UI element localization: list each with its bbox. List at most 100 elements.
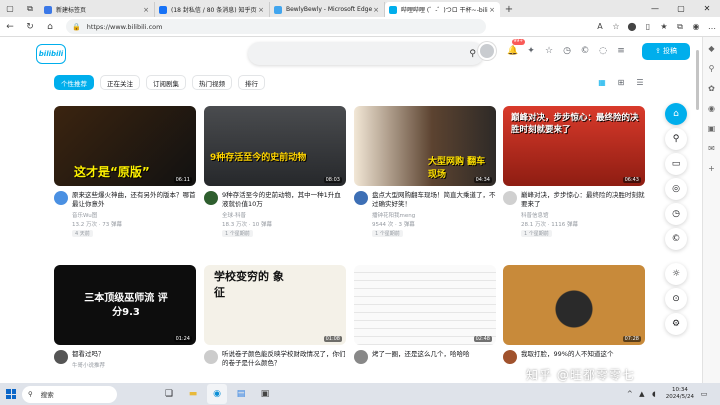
tab-recommended[interactable]: 个性推荐 — [54, 75, 94, 90]
clock[interactable]: 10:34 2024/5/24 — [666, 387, 694, 401]
favorites-icon[interactable]: ☆ — [540, 42, 558, 60]
history-rail-icon[interactable]: ◷ — [665, 203, 687, 225]
menu-icon[interactable]: ≡ — [612, 42, 630, 60]
uploader-name[interactable]: 全球-科普 — [222, 211, 346, 219]
grid-view-icon[interactable]: ▦ — [595, 77, 609, 88]
creator-icon[interactable]: © — [576, 42, 594, 60]
home-rail-icon[interactable]: ⌂ — [665, 103, 687, 125]
notification-icon[interactable]: ▭ — [698, 390, 710, 398]
close-window-icon[interactable]: ✕ — [694, 0, 720, 17]
sidebar-search-icon[interactable]: ⚲ — [705, 61, 719, 75]
uploader-avatar[interactable] — [503, 350, 517, 364]
creator-rail-icon[interactable]: © — [665, 228, 687, 250]
tab-following[interactable]: 正在关注 — [100, 75, 140, 90]
taskbar-search[interactable]: ⚲ 搜索 — [22, 385, 117, 403]
browser-tab-active[interactable]: 哔哩哔哩 (゜-゜)つロ 干杯~-bili... × — [385, 2, 500, 17]
uploader-name[interactable]: 科普信息馆 — [521, 211, 645, 219]
shopping-icon[interactable]: ✿ — [705, 81, 719, 95]
list-view-icon[interactable]: ☰ — [633, 77, 647, 88]
split-screen-icon[interactable]: ▯ — [640, 19, 656, 35]
search-icon[interactable]: ⚲ — [469, 49, 476, 59]
collections-icon[interactable]: ⧉ — [672, 19, 688, 35]
task-view-icon[interactable]: ❏ — [159, 384, 179, 404]
copilot-icon[interactable]: ◆ — [705, 41, 719, 55]
video-card[interactable]: 9种存活至今的史前动物 08:03 9种存活至今的史前动物，其中一种1升血液就价… — [204, 106, 346, 237]
bilibili-logo[interactable]: bilibili — [36, 44, 66, 64]
more-icon[interactable]: … — [704, 19, 720, 35]
uploader-avatar[interactable] — [54, 191, 68, 205]
feedback-rail-icon[interactable]: ⊙ — [665, 288, 687, 310]
video-title[interactable]: 巅峰对决，步步惊心：最终险的决胜时刻就要来了 — [521, 191, 645, 209]
browser-tab[interactable]: 新建标签页 × — [40, 2, 155, 17]
terminal-icon[interactable]: ▣ — [255, 384, 275, 404]
moments-icon[interactable]: ✦ — [522, 42, 540, 60]
video-card[interactable]: 巅峰对决，步步惊心：最终险的决胜时刻就要来了 06:43 巅峰对决，步步惊心：最… — [503, 106, 645, 237]
back-icon[interactable]: ← — [0, 17, 20, 37]
video-title[interactable]: 都看过吗？ — [72, 350, 196, 359]
video-card[interactable]: 07:28 我取打脸，99%的人不知道这个 — [503, 265, 645, 364]
network-icon[interactable]: ▲ — [636, 390, 648, 398]
video-title[interactable]: 9种存活至今的史前动物，其中一种1升血液就价值10万 — [222, 191, 346, 209]
extension-icon[interactable]: ⬤ — [624, 19, 640, 35]
large-grid-icon[interactable]: ⊞ — [614, 77, 628, 88]
uploader-avatar[interactable] — [204, 191, 218, 205]
search-rail-icon[interactable]: ⚲ — [665, 128, 687, 150]
uploader-avatar[interactable] — [354, 350, 368, 364]
uploader-avatar[interactable] — [503, 191, 517, 205]
refresh-icon[interactable]: ↻ — [20, 17, 40, 37]
avatar[interactable] — [478, 42, 496, 60]
search-input[interactable]: ⚲ — [248, 42, 484, 65]
history-icon[interactable]: ◷ — [558, 42, 576, 60]
video-card[interactable]: 大型网购 翻车现场 04:34 盘点大型网购翻车现场！简直大乘道了，不过确实好笑… — [354, 106, 496, 237]
uploader-name[interactable]: 播钟花阳我meng — [372, 211, 496, 219]
favorites-icon[interactable]: ★ — [656, 19, 672, 35]
location-icon[interactable]: ◌ — [594, 42, 612, 60]
tab-subscribed-series[interactable]: 订阅剧集 — [146, 75, 186, 90]
message-icon[interactable]: 🔔 99+ — [504, 39, 525, 60]
read-aloud-icon[interactable]: A — [592, 19, 608, 35]
video-title[interactable]: 我取打脸，99%的人不知道这个 — [521, 350, 645, 359]
games-icon[interactable]: ◉ — [705, 101, 719, 115]
uploader-name[interactable]: 音乐Wu图 — [72, 211, 196, 219]
workspaces-icon[interactable]: ▢ — [0, 0, 20, 17]
maximize-icon[interactable]: ▢ — [668, 0, 694, 17]
file-explorer-icon[interactable]: ▬ — [183, 384, 203, 404]
video-card[interactable]: 这才是“原版” 06:11 原来这些爆火神曲，还有另外的版本？哪首最让你意外 音… — [54, 106, 196, 237]
settings-rail-icon[interactable]: ⚙ — [665, 313, 687, 335]
chevron-up-icon[interactable]: ^ — [624, 390, 636, 398]
video-thumbnail[interactable]: 巅峰对决，步步惊心：最终险的决胜时刻就要来了 06:43 — [503, 106, 645, 186]
upload-button[interactable]: ⇪ 投稿 — [642, 42, 690, 60]
uploader-avatar[interactable] — [54, 350, 68, 364]
scrollbar-thumb[interactable] — [696, 50, 699, 110]
tab-popular[interactable]: 热门视频 — [192, 75, 232, 90]
outlook-icon[interactable]: ✉ — [705, 141, 719, 155]
video-title[interactable]: 烤了一圈，还是这么几个，哈哈哈 — [372, 350, 496, 359]
close-icon[interactable]: × — [372, 6, 380, 14]
browser-tab[interactable]: BewlyBewly - Microsoft Edge Ad... × — [270, 2, 385, 17]
video-thumbnail[interactable]: 02:48 — [354, 265, 496, 345]
video-title[interactable]: 听说卷子颜色能反映学校财政情况了，你们的卷子是什么颜色？ — [222, 350, 346, 368]
edge-icon[interactable]: ◉ — [207, 384, 227, 404]
video-thumbnail[interactable]: 这才是“原版” 06:11 — [54, 106, 196, 186]
video-thumbnail[interactable]: 大型网购 翻车现场 04:34 — [354, 106, 496, 186]
uploader-name[interactable]: 牛哥小说推荐 — [72, 361, 196, 369]
video-card[interactable]: 三本顶级巫师流 评分9.3 01:24 都看过吗？ 牛哥小说推荐 — [54, 265, 196, 369]
video-thumbnail[interactable]: 9种存活至今的史前动物 08:03 — [204, 106, 346, 186]
minimize-icon[interactable]: — — [642, 0, 668, 17]
add-sidebar-icon[interactable]: + — [705, 161, 719, 175]
volume-icon[interactable]: ◖ — [648, 390, 660, 398]
tab-actions-icon[interactable]: ⧉ — [20, 0, 40, 17]
home-icon[interactable]: ⌂ — [40, 17, 60, 37]
favorite-star-icon[interactable]: ☆ — [608, 19, 624, 35]
new-tab-button[interactable]: + — [500, 2, 518, 17]
close-icon[interactable]: × — [257, 6, 265, 14]
video-title[interactable]: 原来这些爆火神曲，还有另外的版本？哪首最让你意外 — [72, 191, 196, 209]
uploader-avatar[interactable] — [354, 191, 368, 205]
video-title[interactable]: 盘点大型网购翻车现场！简直大乘道了，不过确实好笑！ — [372, 191, 496, 209]
browser-tab[interactable]: (18 封私信 / 80 条消息) 知乎页面... × — [155, 2, 270, 17]
uploader-avatar[interactable] — [204, 350, 218, 364]
office-icon[interactable]: ▣ — [705, 121, 719, 135]
video-card[interactable]: 02:48 烤了一圈，还是这么几个，哈哈哈 — [354, 265, 496, 364]
profile-icon[interactable]: ◉ — [688, 19, 704, 35]
tab-ranking[interactable]: 排行 — [238, 75, 265, 90]
